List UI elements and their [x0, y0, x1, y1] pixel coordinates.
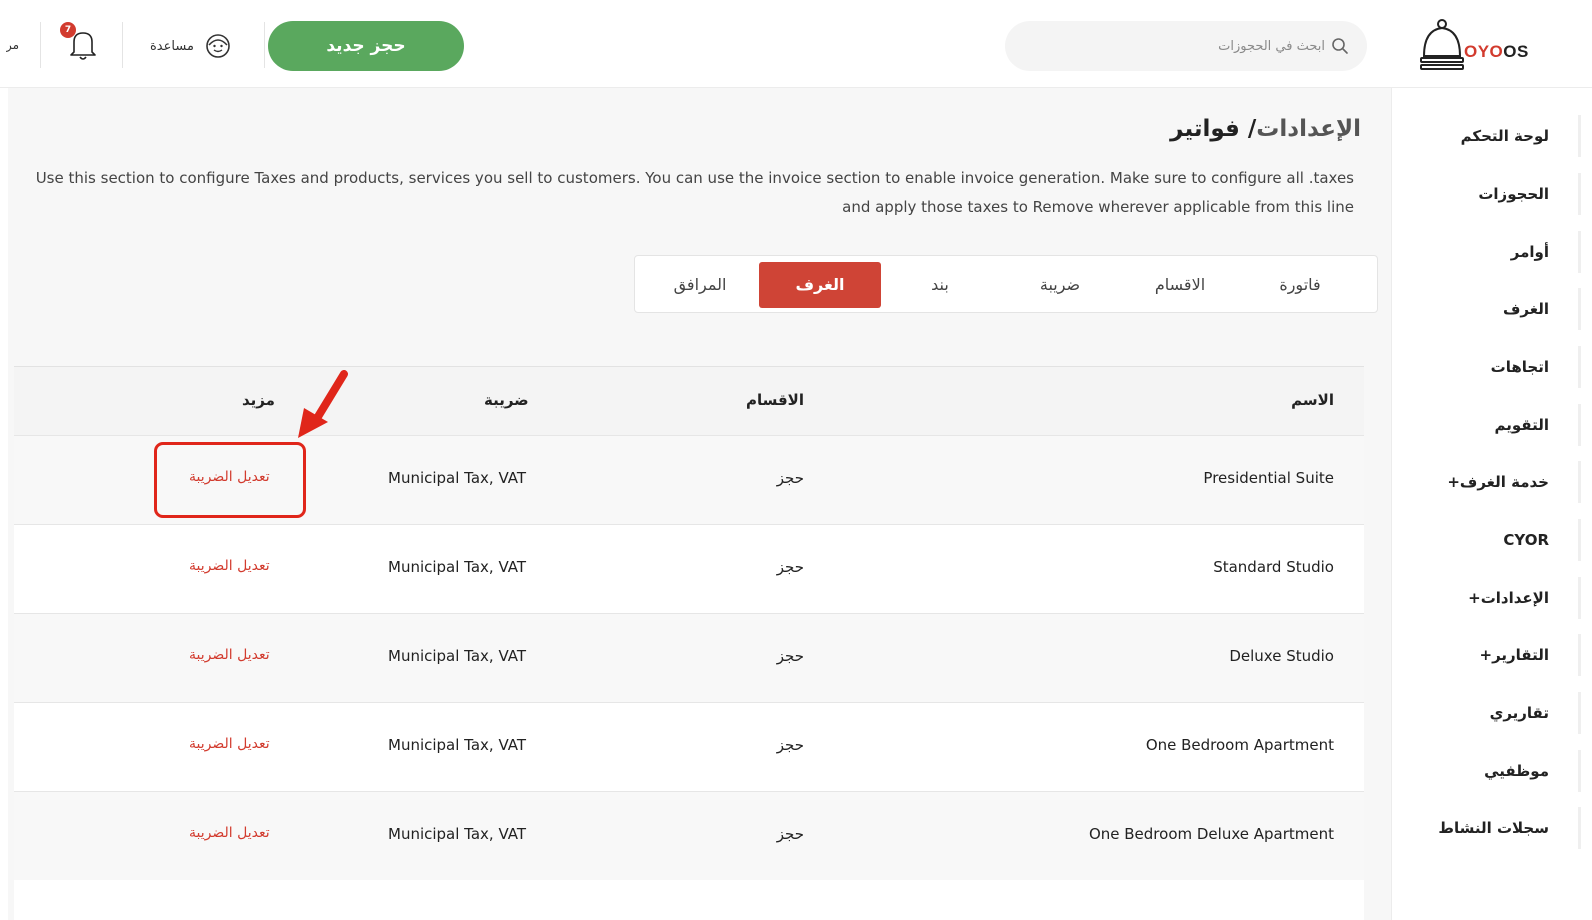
edit-tax-link[interactable]: تعديل الضريبة: [189, 825, 270, 841]
search-icon: [1332, 38, 1348, 54]
tab-amenities[interactable]: المرافق: [639, 262, 761, 308]
page-title: الإعدادات/ فواتير: [1170, 116, 1361, 142]
divider: [264, 22, 265, 68]
help-link[interactable]: مساعدة: [150, 32, 232, 60]
column-header-name: الاسم: [1291, 391, 1334, 409]
sidebar-item-marker: [1578, 115, 1581, 157]
table-row: One Bedroom Apartment حجز Municipal Tax,…: [14, 702, 1364, 791]
main-content: الإعدادات/ فواتير Use this section to co…: [8, 88, 1392, 920]
sidebar-item-room-service[interactable]: خدمة الغرف+: [1399, 461, 1549, 503]
tab-invoice[interactable]: فاتورة: [1239, 262, 1361, 308]
search-bar[interactable]: [1005, 21, 1367, 71]
divider: [40, 22, 41, 68]
edit-tax-link[interactable]: تعديل الضريبة: [189, 558, 270, 574]
section-description: Use this section to configure Taxes and …: [35, 169, 1354, 216]
sidebar-item-reports[interactable]: التقارير+: [1399, 634, 1550, 676]
sidebar-item-settings[interactable]: الإعدادات+: [1399, 577, 1549, 619]
help-label: مساعدة: [150, 38, 194, 54]
tab-item[interactable]: بند: [879, 262, 1001, 308]
edit-tax-link[interactable]: تعديل الضريبة: [189, 647, 270, 663]
table-row: Presidential Suite حجز Municipal Tax, VA…: [14, 435, 1364, 524]
sidebar-item-marker: [1578, 750, 1581, 792]
room-taxes: Municipal Tax, VAT: [388, 469, 527, 487]
sidebar-item-cyor[interactable]: CYOR: [1399, 519, 1549, 561]
room-name: Deluxe Studio: [1229, 647, 1334, 665]
sidebar-item-marker: [1578, 173, 1581, 215]
table-row: One Bedroom Deluxe Apartment حجز Municip…: [14, 791, 1364, 880]
sidebar-item-orders[interactable]: أوامر: [1399, 231, 1549, 273]
tab-rooms[interactable]: الغرف: [759, 262, 881, 308]
breadcrumb-parent[interactable]: الإعدادات: [1256, 116, 1361, 142]
sidebar-item-marker: [1578, 461, 1581, 503]
settings-tabs: فاتورة الاقسام ضريبة بند الغرف المرافق: [634, 255, 1378, 313]
breadcrumb-current: فواتير: [1170, 116, 1240, 142]
room-category: حجز: [776, 558, 804, 576]
table-header: الاسم الاقسام ضريبة مزيد: [14, 367, 1364, 435]
room-category: حجز: [776, 825, 804, 843]
tab-tax[interactable]: ضريبة: [999, 262, 1121, 308]
notifications-button[interactable]: 7: [60, 22, 98, 62]
support-face-icon: [206, 34, 230, 58]
oyo-os-logo[interactable]: OYOOS: [1420, 18, 1530, 74]
sidebar-item-marker: [1578, 404, 1581, 446]
edit-tax-link[interactable]: تعديل الضريبة: [189, 736, 270, 752]
sidebar-item-marker: [1578, 288, 1581, 330]
sidebar-item-marker: [1578, 577, 1581, 619]
sidebar-item-marker: [1578, 634, 1581, 676]
sidebar-item-rooms[interactable]: الغرف: [1399, 288, 1549, 330]
column-header-category: الاقسام: [745, 391, 804, 409]
table-row: Deluxe Studio حجز Municipal Tax, VAT تعد…: [14, 613, 1364, 702]
tab-categories[interactable]: الاقسام: [1119, 262, 1241, 308]
top-header: OYOOS حجز جديد مساعدة 7 مر: [0, 0, 1592, 88]
room-name: Presidential Suite: [1203, 469, 1334, 487]
sidebar-item-calendar[interactable]: التقويم: [1399, 404, 1550, 446]
room-category: حجز: [776, 647, 804, 665]
user-menu[interactable]: مر: [6, 38, 20, 52]
room-taxes: Municipal Tax, VAT: [388, 647, 527, 665]
room-taxes: Municipal Tax, VAT: [388, 736, 527, 754]
edit-tax-link[interactable]: تعديل الضريبة: [189, 469, 270, 485]
room-taxes: Municipal Tax, VAT: [388, 558, 527, 576]
room-category: حجز: [776, 469, 804, 487]
sidebar-item-marker: [1578, 692, 1581, 734]
room-name: Standard Studio: [1213, 558, 1334, 576]
sidebar-item-marker: [1578, 807, 1581, 849]
sidebar-item-dashboard[interactable]: لوحة التحكم: [1399, 115, 1549, 157]
column-header-more: مزيد: [242, 391, 275, 409]
sidebar-item-bookings[interactable]: الحجوزات: [1399, 173, 1549, 215]
bell-cloche-logo-icon: [1420, 19, 1464, 70]
logo-text: OYOOS: [1464, 42, 1529, 61]
room-name: One Bedroom Deluxe Apartment: [1088, 825, 1334, 843]
room-taxes: Municipal Tax, VAT: [388, 825, 527, 843]
sidebar-item-activity-logs[interactable]: سجلات النشاط: [1399, 807, 1549, 849]
sidebar-item-trends[interactable]: اتجاهات: [1399, 346, 1549, 388]
search-input[interactable]: [1025, 21, 1325, 71]
sidebar-item-marker: [1578, 346, 1581, 388]
table-row: Standard Studio حجز Municipal Tax, VAT ت…: [14, 524, 1364, 613]
divider: [122, 22, 123, 68]
sidebar-item-staff[interactable]: موظفيي: [1399, 750, 1549, 792]
notification-count-badge: 7: [60, 22, 76, 38]
sidebar-item-marker: [1578, 519, 1581, 561]
room-category: حجز: [776, 736, 804, 754]
sidebar-item-my-reports[interactable]: تقاريري: [1399, 692, 1549, 734]
column-header-tax: ضريبة: [484, 391, 529, 409]
sidebar-nav: لوحة التحكم الحجوزات أوامر الغرف اتجاهات…: [1392, 88, 1592, 920]
rooms-tax-table: الاسم الاقسام ضريبة مزيد Presidential Su…: [14, 366, 1364, 920]
sidebar-item-marker: [1578, 231, 1581, 273]
new-booking-button[interactable]: حجز جديد: [268, 21, 464, 71]
room-name: One Bedroom Apartment: [1145, 736, 1334, 754]
